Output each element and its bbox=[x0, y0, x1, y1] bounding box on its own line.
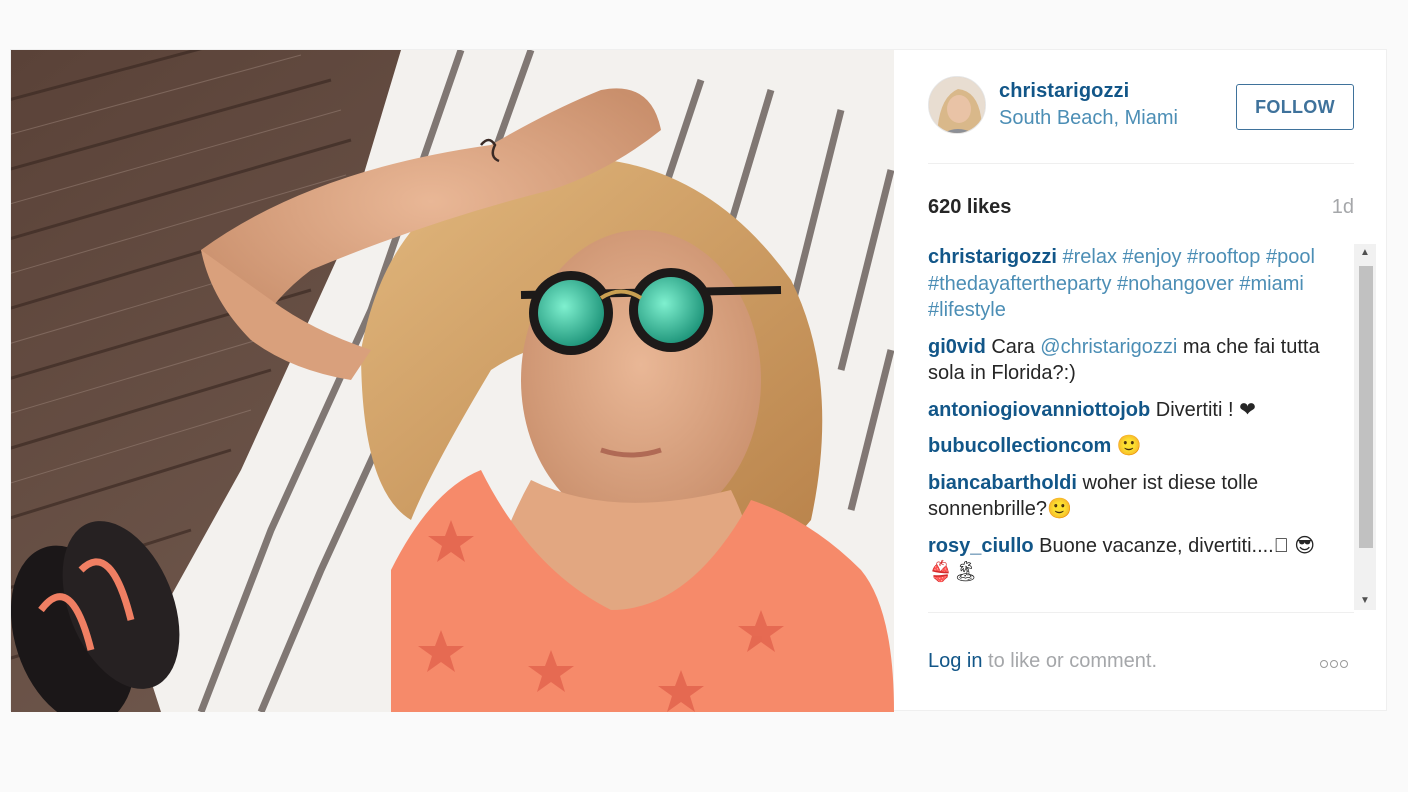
follow-button[interactable]: FOLLOW bbox=[1236, 84, 1354, 130]
comment-username-link[interactable]: antoniogiovanniottojob bbox=[928, 399, 1150, 421]
login-link[interactable]: Log in bbox=[928, 650, 983, 672]
comments-scrollbar[interactable]: ▲ ▼ bbox=[1354, 244, 1376, 610]
comment-item: bubucollectioncom 🙂 bbox=[928, 433, 1328, 460]
login-prompt-text: to like or comment. bbox=[982, 650, 1158, 672]
photo-illustration bbox=[11, 50, 894, 712]
avatar-image bbox=[929, 77, 985, 133]
post-footer: Log in to like or comment. bbox=[928, 612, 1354, 712]
comment-mention-link[interactable]: @christarigozzi bbox=[1040, 336, 1177, 358]
dot-icon bbox=[1320, 659, 1328, 668]
more-options-icon[interactable] bbox=[1314, 649, 1354, 677]
post-header: christarigozzi South Beach, Miami FOLLOW bbox=[928, 50, 1354, 164]
caption-username-link[interactable]: christarigozzi bbox=[928, 246, 1057, 268]
dot-icon bbox=[1340, 659, 1348, 668]
post-photo[interactable] bbox=[11, 50, 894, 712]
comment-item: gi0vid Cara @christarigozzi ma che fai t… bbox=[928, 334, 1328, 387]
login-prompt: Log in to like or comment. bbox=[928, 650, 1157, 673]
comment-item: antoniogiovanniottojob Divertiti ! ❤ bbox=[928, 397, 1328, 424]
post-card: christarigozzi South Beach, Miami FOLLOW… bbox=[10, 49, 1388, 712]
comment-username-link[interactable]: rosy_ciullo bbox=[928, 535, 1034, 557]
dot-icon bbox=[1330, 659, 1338, 668]
comment-text: Cara bbox=[991, 335, 1041, 358]
post-details-panel: christarigozzi South Beach, Miami FOLLOW… bbox=[894, 50, 1388, 712]
scroll-up-arrow-icon[interactable]: ▲ bbox=[1354, 244, 1376, 262]
comment-username-link[interactable]: bubucollectioncom bbox=[928, 435, 1111, 457]
comment-username-link[interactable]: gi0vid bbox=[928, 336, 986, 358]
post-location-link[interactable]: South Beach, Miami bbox=[999, 107, 1178, 130]
scrollbar-thumb[interactable] bbox=[1359, 266, 1373, 548]
caption: christarigozzi #relax #enjoy #rooftop #p… bbox=[928, 244, 1328, 324]
comment-item: rosy_ciullo Buone vacanze, divertiti....… bbox=[928, 533, 1328, 586]
comment-item: biancabartholdi woher ist diese tolle so… bbox=[928, 470, 1328, 523]
user-avatar[interactable] bbox=[928, 76, 986, 134]
comment-text: Divertiti ! ❤ bbox=[1155, 398, 1256, 421]
comment-text: 🙂 bbox=[1116, 435, 1142, 457]
scroll-down-arrow-icon[interactable]: ▼ bbox=[1354, 592, 1376, 610]
comment-username-link[interactable]: biancabartholdi bbox=[928, 472, 1077, 494]
comments-list: christarigozzi #relax #enjoy #rooftop #p… bbox=[928, 244, 1328, 596]
comments-section[interactable]: christarigozzi #relax #enjoy #rooftop #p… bbox=[928, 244, 1376, 610]
post-username-link[interactable]: christarigozzi bbox=[999, 80, 1129, 103]
likes-count[interactable]: 620 likes bbox=[928, 196, 1011, 219]
post-time-ago[interactable]: 1d bbox=[1314, 196, 1354, 219]
